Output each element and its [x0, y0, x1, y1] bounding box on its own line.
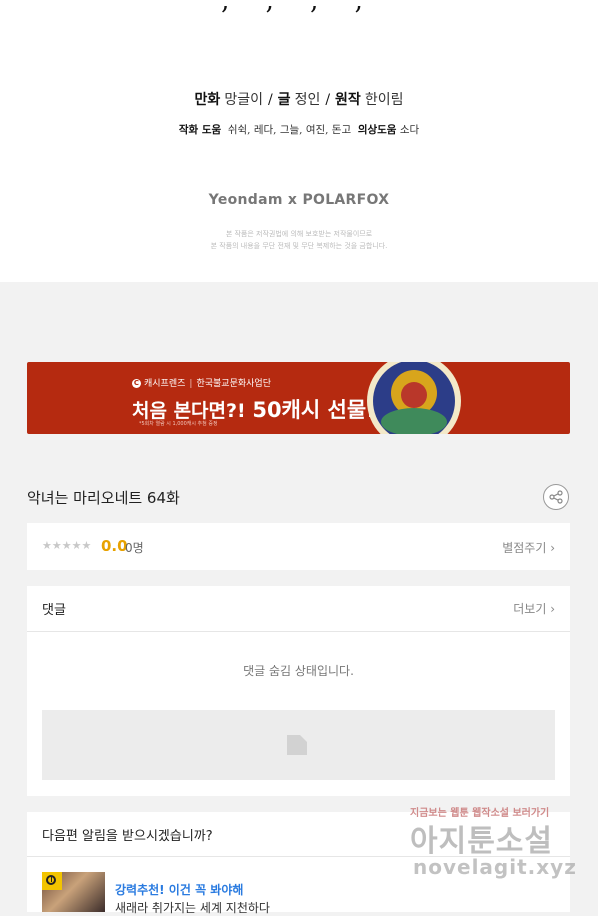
costume-name: 소다 — [399, 124, 420, 136]
rate-button[interactable]: 별점주기 › — [502, 539, 555, 556]
divider — [27, 856, 570, 857]
comments-card: 댓글 더보기 › 댓글 숨김 상태입니다. — [27, 586, 570, 796]
assist-names: 쉬쉭, 레다, 그늘, 여진, 돈고 — [227, 124, 352, 136]
clock-icon — [42, 872, 62, 890]
divider — [27, 631, 570, 632]
rating-count: 0명 — [125, 541, 144, 555]
comment-input-box[interactable] — [42, 710, 555, 780]
headline-main: 50캐시 선물!! — [252, 398, 386, 422]
recommendation-label[interactable]: 강력추천! 이건 꼭 봐야해 — [115, 881, 243, 898]
comments-more-button[interactable]: 더보기 › — [513, 600, 555, 617]
medallion-art — [373, 362, 455, 434]
rating-stars: ★★★★★ — [42, 539, 92, 552]
headline-prefix: 처음 본다면?! — [132, 400, 246, 422]
separator: / — [325, 92, 331, 108]
rating-score: 0.0 — [101, 537, 128, 555]
comic-artist: 망글이 — [224, 92, 263, 108]
next-episode-notify-card: 다음편 알림을 받으시겠습니까? 강력추천! 이건 꼭 봐야해 새래라 취가지는… — [27, 812, 570, 915]
share-button[interactable] — [543, 484, 569, 510]
banner-brand: C 캐시프렌즈 | 한국불교문화사업단 — [132, 376, 271, 389]
separator: / — [267, 92, 273, 108]
rating-card: ★★★★★ 0.0 0명 별점주기 › — [27, 523, 570, 570]
brand-name: 캐시프렌즈 — [144, 379, 186, 389]
comments-title: 댓글 — [42, 603, 66, 618]
credits-section: , , , , 만화 망글이 / 글 정인 / 원작 한이림 작화 도움 쉬쉭, 레다, 그늘… — [0, 0, 598, 282]
original-label: 원작 — [335, 92, 361, 108]
dragon-medallion-image — [367, 362, 461, 434]
original-author: 한이림 — [364, 92, 404, 108]
publisher-logo: Yeondam x POLARFOX — [208, 192, 390, 208]
notify-question: 다음편 알림을 받으시겠습니까? — [42, 829, 213, 844]
assist-label: 작화 도움 — [178, 124, 222, 136]
share-icon — [549, 490, 563, 504]
costume-label: 의상도움 — [357, 124, 397, 136]
copyright-notice: 본 작품은 저작권법에 의해 보호받는 저작물이므로 본 작품의 내용을 무단 … — [0, 228, 598, 252]
story-writer: 정인 — [294, 92, 321, 108]
brand-logo-icon: C — [132, 379, 141, 388]
copyright-line: 본 작품의 내용을 무단 전재 및 무단 복제하는 것을 금합니다. — [210, 242, 388, 250]
recommendation-description[interactable]: 새래라 취가지는 세계 지천하다 — [115, 899, 270, 916]
write-icon — [287, 734, 308, 755]
comments-hidden-message: 댓글 숨김 상태입니다. — [243, 664, 354, 678]
divider: | — [189, 379, 193, 389]
partner-name: 한국불교문화사업단 — [196, 379, 271, 389]
assist-credits: 작화 도움 쉬쉭, 레다, 그늘, 여진, 돈고 의상도움 소다 — [0, 122, 598, 137]
promo-banner[interactable]: C 캐시프렌즈 | 한국불교문화사업단 처음 본다면?! 50캐시 선물!! *5회차… — [27, 362, 570, 434]
recommendation-thumbnail[interactable] — [42, 872, 105, 912]
story-label: 글 — [277, 92, 291, 108]
banner-note: *5회차 열람 시 1,000캐시 추첨 증정 — [139, 421, 218, 427]
cut-off-text: , , , , — [221, 0, 377, 16]
copyright-line: 본 작품은 저작권법에 의해 보호받는 저작물이므로 — [225, 230, 373, 238]
main-credits: 만화 망글이 / 글 정인 / 원작 한이림 — [0, 89, 598, 109]
episode-title: 악녀는 마리오네트 64화 — [27, 489, 180, 507]
comic-label: 만화 — [194, 92, 221, 108]
